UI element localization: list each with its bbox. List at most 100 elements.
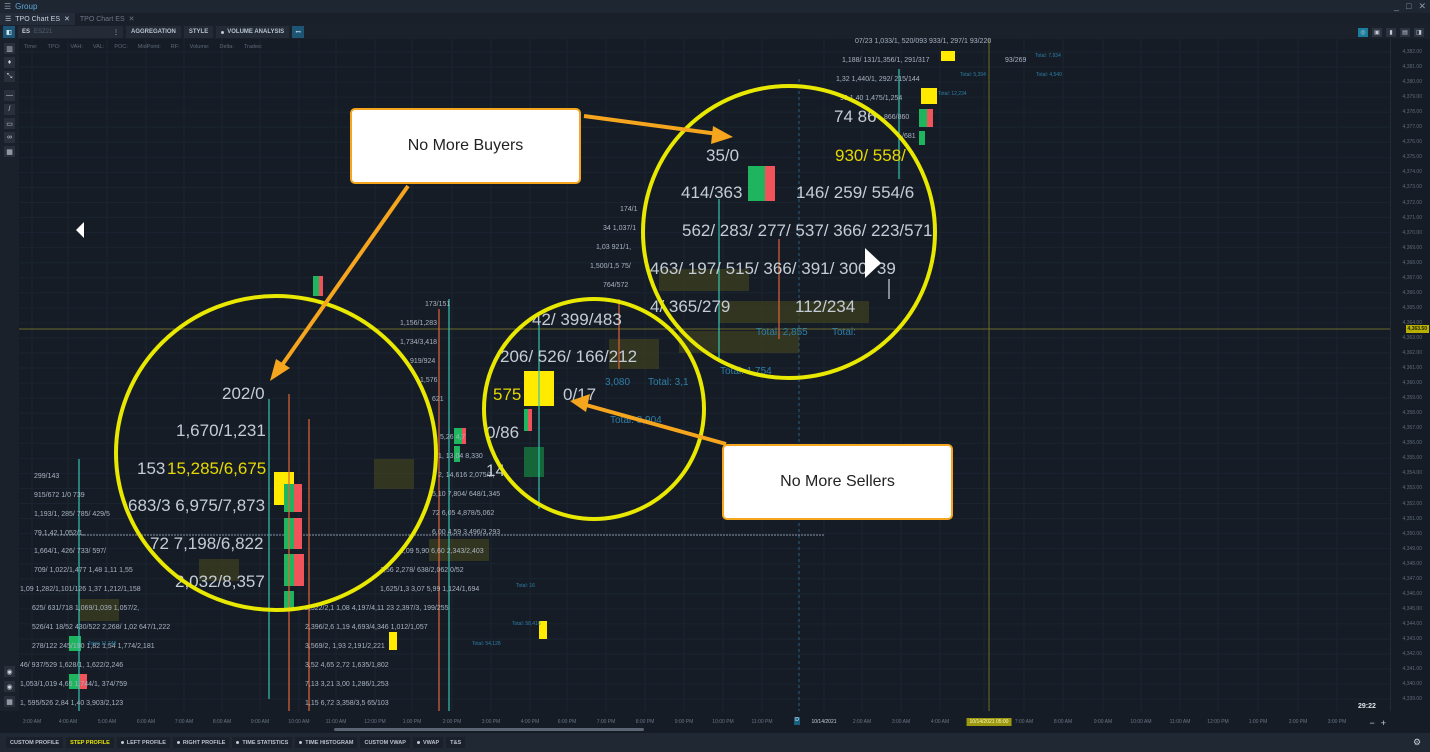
trend-line-icon[interactable]: / xyxy=(4,104,15,115)
layout-icon[interactable]: ▤ xyxy=(1400,27,1410,37)
total-label: Total: 2,855 xyxy=(756,327,808,338)
footprint-value: 299/143 xyxy=(34,473,60,480)
footprint-value: /681 xyxy=(902,133,916,140)
bottom-tab-time-statistics[interactable]: TIME STATISTICS xyxy=(232,737,293,748)
circle2-value: 4/ 365/279 xyxy=(650,297,731,316)
circle2-value: 112/234 xyxy=(795,297,856,316)
footprint-value: 46/ 937/529 1,628/1, 1,622/2,246 xyxy=(20,662,124,669)
volume-analysis-button[interactable]: VOLUME ANALYSIS xyxy=(216,26,290,38)
chat-icon[interactable]: ◎ xyxy=(1358,27,1368,37)
footprint-value: 526/41 18/52 430/522 2,268/ 1,02 647/1,2… xyxy=(32,624,171,631)
gear-icon[interactable]: ⚙ xyxy=(1413,737,1423,747)
link-icon[interactable]: ∞ xyxy=(4,132,15,143)
crosshair-icon[interactable]: ⤡ xyxy=(4,71,15,82)
time-label: 11:00 PM xyxy=(751,719,773,725)
price-label: 4,377.00 xyxy=(1402,124,1422,131)
zoom-out-icon[interactable]: − xyxy=(1369,718,1374,728)
total-label: Total: 12,234 xyxy=(938,91,967,97)
horizontal-line-icon[interactable]: — xyxy=(4,90,15,101)
panel-icon[interactable]: ◨ xyxy=(1414,27,1424,37)
template-icon[interactable]: ▦ xyxy=(4,146,15,157)
price-label: 4,348.00 xyxy=(1402,560,1422,567)
price-label: 4,362.00 xyxy=(1402,350,1422,356)
footprint-value: 1, 595/526 2,84 1,40 3,903/2,123 xyxy=(20,700,124,707)
footprint-cell xyxy=(941,51,955,61)
bottom-tab-label: STEP PROFILE xyxy=(70,739,110,746)
time-scrollbar[interactable] xyxy=(334,728,644,731)
menu-icon[interactable]: ☰ xyxy=(4,2,11,11)
aggregation-button[interactable]: AGGREGATION xyxy=(126,26,181,38)
mouse-icon[interactable]: ▮ xyxy=(1386,27,1396,37)
alert-icon[interactable]: ♦ xyxy=(4,57,15,68)
price-label: 4,341.00 xyxy=(1402,666,1422,673)
footprint-value: 5,26 4,7 xyxy=(440,434,466,441)
circle3-value: 42/ 399/483 xyxy=(532,310,622,329)
bottom-tab-custom-profile[interactable]: CUSTOM PROFILE xyxy=(6,737,64,748)
legend-item: TPO: xyxy=(47,44,61,50)
bottom-tab-right-profile[interactable]: RIGHT PROFILE xyxy=(172,737,230,748)
zoom-in-icon[interactable]: + xyxy=(1381,718,1386,728)
bottom-tab-time-histogram[interactable]: TIME HISTOGRAM xyxy=(295,737,358,748)
price-label: 4,372.00 xyxy=(1402,199,1422,206)
price-label: 4,352.00 xyxy=(1402,500,1422,507)
chart-area[interactable] xyxy=(19,39,1390,711)
settings-icon[interactable]: ◉ xyxy=(4,681,15,692)
tab-tpo-chart-es-2[interactable]: TPO Chart ES ✕ xyxy=(75,13,140,25)
total-label: Total: 54,128 xyxy=(472,641,501,647)
footprint-cell xyxy=(319,276,323,296)
bottom-tab-step-profile[interactable]: STEP PROFILE xyxy=(66,737,114,748)
footprint-value: 1,15 6,72 3,358/3,5 65/103 xyxy=(305,700,389,707)
title-bar: ☰ Group _ □ ✕ xyxy=(0,0,1430,13)
time-label: 2:00 PM xyxy=(442,719,462,725)
scroll-left-icon[interactable] xyxy=(76,222,84,238)
screenshot-icon[interactable]: ▣ xyxy=(1372,27,1382,37)
legend-item: Delta: xyxy=(219,44,234,50)
bottom-tab-vwap[interactable]: VWAP xyxy=(412,737,444,748)
time-label: 9:00 AM xyxy=(250,719,270,725)
bottom-tab-custom-vwap[interactable]: CUSTOM VWAP xyxy=(360,737,410,748)
sidebar-toggle-icon[interactable]: ◧ xyxy=(3,26,15,38)
indicator-icon[interactable]: ꟷ xyxy=(292,26,305,38)
chart-toolbar: ◧ ES ESZ21 ⋮ AGGREGATION STYLE VOLUME ANA… xyxy=(0,25,1430,39)
tab-close-icon[interactable]: ✕ xyxy=(129,15,135,23)
close-icon[interactable]: ✕ xyxy=(1418,1,1426,12)
price-label: 4,376.00 xyxy=(1402,139,1422,146)
eye-icon[interactable]: ◉ xyxy=(4,666,15,677)
symbol-input[interactable]: ES ESZ21 ⋮ xyxy=(18,26,123,38)
play-icon[interactable] xyxy=(865,248,881,278)
chart-type-icon[interactable]: ▥ xyxy=(4,43,15,54)
price-axis[interactable]: 4,382.00 4,381.00 4,380.00 4,379.00 4,378.00… xyxy=(1390,39,1430,711)
app-window: ☰ Group _ □ ✕ ☰ TPO Chart ES ✕ TPO Chart… xyxy=(0,0,1430,752)
footprint-cell xyxy=(921,88,937,104)
tab-close-icon[interactable]: ✕ xyxy=(64,15,70,23)
price-label: 4,374.00 xyxy=(1402,169,1422,176)
maximize-icon[interactable]: □ xyxy=(1406,1,1411,12)
time-axis[interactable]: − + 3:00 AM 4:00 AM 5:00 AM 6:00 AM 7:00 AM 8:… xyxy=(19,711,1390,733)
tab-menu-icon: ☰ xyxy=(5,16,12,23)
price-label: 4,366.00 xyxy=(1402,289,1422,296)
circle2-value: 146/ 259/ 554/6 xyxy=(796,183,915,202)
bottom-tab-t-s[interactable]: T&S xyxy=(446,737,466,748)
bottom-tab-left-profile[interactable]: LEFT PROFILE xyxy=(116,737,170,748)
footprint-cell xyxy=(389,632,397,650)
circle2-value: 35/0 xyxy=(706,146,740,165)
tab-tpo-chart-es-1[interactable]: ☰ TPO Chart ES ✕ xyxy=(0,13,75,25)
footprint-value: 3,52 4,65 2,72 1,635/1,802 xyxy=(305,662,389,669)
grid-icon[interactable]: ▦ xyxy=(4,696,15,707)
minimize-icon[interactable]: _ xyxy=(1394,1,1399,12)
total-label: Total: 4,540 xyxy=(1036,72,1062,78)
footprint-value: 709/ 1,022/1,477 1,48 1,11 1,55 xyxy=(34,567,133,574)
style-button[interactable]: STYLE xyxy=(183,26,214,38)
rectangle-icon[interactable]: ▭ xyxy=(4,118,15,129)
footprint-value: 1,734/3,418 xyxy=(400,339,437,346)
total-label: Total: 1,754 xyxy=(720,366,772,377)
crosshair-time-label: 10/14/2021 05:00 xyxy=(966,718,1012,726)
footprint-value: 173/151 xyxy=(425,301,451,308)
footprint-value: 6,00 4,59 3,496/3,293 xyxy=(432,529,501,536)
legend-item: VAL: xyxy=(92,44,105,50)
price-label: 4,356.00 xyxy=(1402,440,1422,447)
more-icon[interactable]: ⋮ xyxy=(113,29,119,36)
time-label: 7:00 PM xyxy=(596,719,616,725)
price-label: 4,370.00 xyxy=(1402,229,1422,236)
circle1-value: 1,670/1,231 xyxy=(176,421,266,440)
